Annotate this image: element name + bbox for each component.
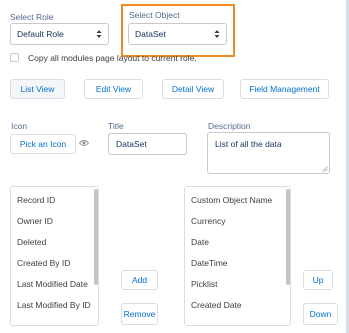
available-fields-list[interactable]: Record ID Owner ID Deleted Created By ID Las… (10, 186, 99, 326)
resize-handle-icon[interactable] (322, 166, 328, 172)
available-field-item[interactable]: Created By ID (17, 258, 70, 268)
selected-field-item[interactable]: Custom Object Name (191, 195, 272, 205)
select-object-value: DataSet (135, 29, 166, 39)
pick-icon-button[interactable]: Pick an Icon (10, 134, 76, 154)
select-object-dropdown[interactable]: DataSet (128, 23, 227, 45)
detail-view-button[interactable]: Detail View (162, 79, 224, 99)
icon-label: Icon (11, 121, 28, 131)
available-field-item[interactable]: Last Modified By ID (17, 300, 91, 310)
available-field-item[interactable]: Last Modified Date (17, 279, 88, 289)
selected-field-item[interactable]: Currency (191, 216, 225, 226)
description-label: Description (208, 121, 251, 131)
selected-fields-list[interactable]: Custom Object Name Currency Date DateTime Pi… (184, 186, 291, 326)
available-field-item[interactable]: Record ID (17, 195, 55, 205)
add-button[interactable]: Add (121, 270, 158, 290)
title-input[interactable]: DataSet (108, 133, 187, 155)
available-fields-scrollbar[interactable] (94, 189, 98, 323)
remove-button[interactable]: Remove (121, 303, 158, 325)
up-down-chevron-icon (96, 30, 102, 38)
select-object-label: Select Object (129, 10, 180, 20)
selected-field-item[interactable]: Picklist (191, 279, 217, 289)
move-down-button[interactable]: Down (303, 303, 338, 325)
select-role-dropdown[interactable]: Default Role (10, 23, 109, 45)
edit-view-button[interactable]: Edit View (84, 79, 143, 99)
up-down-chevron-icon (214, 30, 220, 38)
scrollbar-thumb[interactable] (94, 189, 98, 285)
selected-fields-scrollbar[interactable] (286, 189, 290, 323)
list-view-button[interactable]: List View (10, 79, 65, 99)
selected-field-item[interactable]: Created Date (191, 300, 242, 310)
scrollbar-thumb[interactable] (286, 189, 290, 285)
description-textarea[interactable]: List of all the data (207, 132, 330, 174)
copy-layout-label: Copy all modules page layout to current … (28, 53, 197, 63)
select-role-value: Default Role (17, 29, 64, 39)
copy-layout-checkbox[interactable] (10, 53, 19, 62)
eye-icon (79, 140, 89, 146)
selected-field-item[interactable]: Date (191, 237, 209, 247)
select-role-label: Select Role (10, 12, 54, 22)
available-field-item[interactable]: Deleted (17, 237, 46, 247)
title-label: Title (108, 121, 124, 131)
move-up-button[interactable]: Up (303, 270, 333, 290)
selected-field-item[interactable]: DateTime (191, 258, 228, 268)
page-layout-settings: Select Role Default Role Select Object D… (0, 0, 349, 333)
available-field-item[interactable]: Owner ID (17, 216, 53, 226)
field-management-button[interactable]: Field Management (240, 79, 329, 99)
